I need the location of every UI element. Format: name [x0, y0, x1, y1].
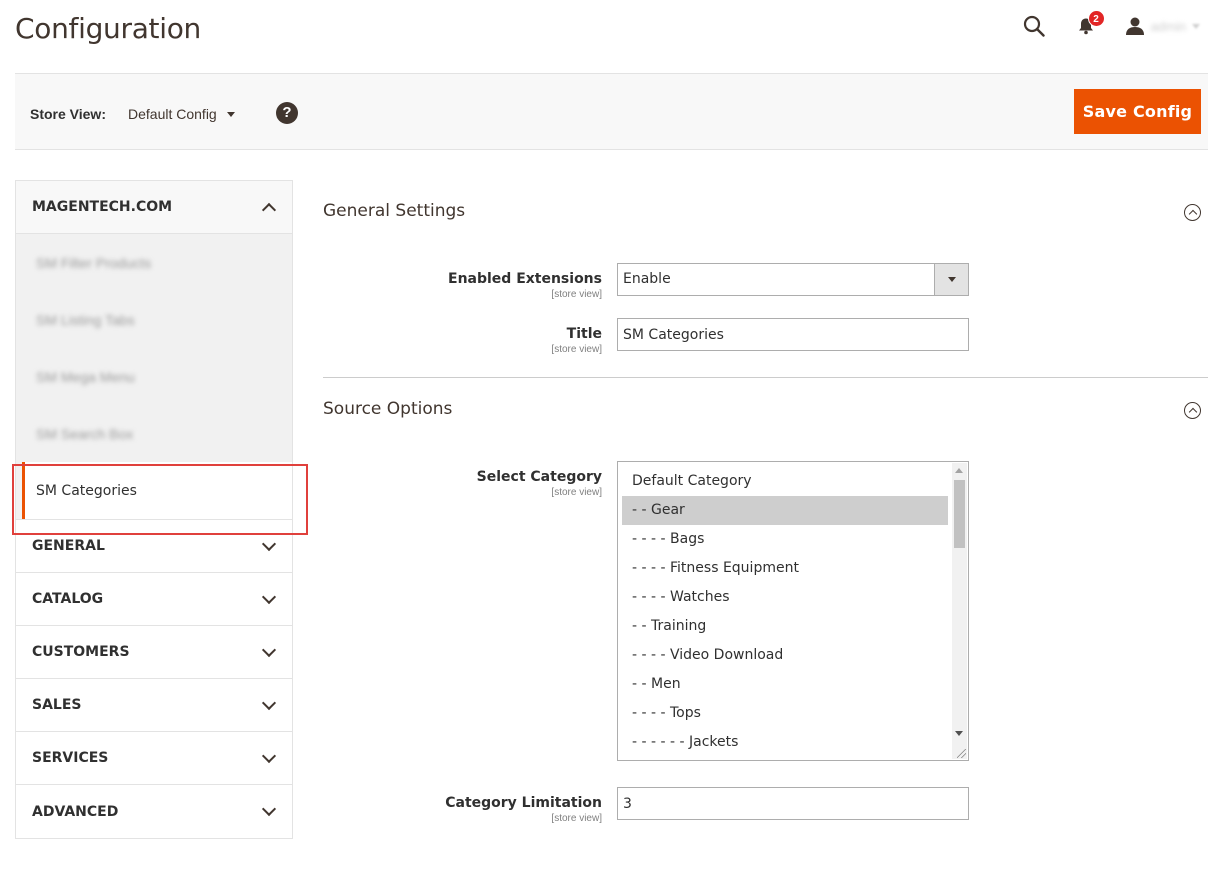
- sidebar-group-advanced[interactable]: ADVANCED: [16, 785, 292, 838]
- category-option[interactable]: - - - - Fitness Equipment: [622, 554, 948, 583]
- help-icon[interactable]: ?: [276, 102, 298, 124]
- multiselect-scrollbar[interactable]: [952, 463, 967, 759]
- collapse-circle-icon[interactable]: [1184, 204, 1201, 221]
- user-name: admin: [1150, 18, 1186, 34]
- user-caret-icon: [1192, 23, 1200, 29]
- title-scope: [store view]: [551, 344, 602, 355]
- sidebar-item-sm-categories[interactable]: SM Categories: [22, 462, 292, 519]
- chevron-up-icon: [261, 202, 277, 217]
- select-arrow: [934, 264, 968, 295]
- collapse-circle-icon[interactable]: [1184, 402, 1201, 419]
- search-button[interactable]: [1019, 12, 1049, 40]
- user-icon: [1125, 17, 1144, 35]
- category-limitation-input[interactable]: 3: [617, 787, 969, 820]
- enabled-extensions-label: Enabled Extensions: [448, 271, 602, 287]
- category-option-selected[interactable]: - - Gear: [622, 496, 948, 525]
- header-actions: 2 admin: [1019, 10, 1200, 40]
- sidebar-group-sales[interactable]: SALES: [16, 679, 292, 732]
- store-view-switcher[interactable]: Default Config: [128, 106, 235, 122]
- category-option[interactable]: - - - - Bags: [622, 525, 948, 554]
- chevron-down-icon: [261, 801, 277, 817]
- sidebar-item-sm-search-box[interactable]: SM Search Box: [16, 405, 292, 462]
- scroll-thumb[interactable]: [954, 480, 965, 548]
- category-limitation-scope: [store view]: [551, 813, 602, 824]
- notifications-button[interactable]: 2: [1071, 10, 1105, 40]
- caret-down-icon: [226, 111, 235, 117]
- scroll-down-arrow-icon[interactable]: [955, 731, 963, 736]
- category-option[interactable]: - - Men: [622, 670, 948, 699]
- store-view-toolbar: Store View: Default Config ? Save Config: [15, 73, 1208, 150]
- save-config-button[interactable]: Save Config: [1074, 89, 1201, 134]
- scroll-up-arrow-icon[interactable]: [955, 468, 963, 473]
- enabled-extensions-scope: [store view]: [551, 289, 602, 300]
- select-category-label: Select Category: [476, 469, 602, 485]
- section-source-options-title[interactable]: Source Options: [323, 399, 452, 419]
- chevron-down-icon: [261, 748, 277, 763]
- enabled-extensions-value: Enable: [623, 271, 671, 287]
- category-options-list: Default Category - - Gear - - - - Bags -…: [622, 467, 948, 757]
- sidebar-group-services[interactable]: SERVICES: [16, 732, 292, 785]
- sidebar-item-sm-listing-tabs[interactable]: SM Listing Tabs: [16, 291, 292, 348]
- sidebar-group-magentech[interactable]: MAGENTECH.COM: [16, 181, 292, 234]
- category-limitation-label: Category Limitation: [445, 795, 602, 811]
- category-option[interactable]: - - - - Video Download: [622, 641, 948, 670]
- sidebar-group-customers[interactable]: CUSTOMERS: [16, 626, 292, 679]
- chevron-down-icon: [261, 695, 277, 710]
- category-option[interactable]: Default Category: [622, 467, 948, 496]
- sidebar-item-sm-mega-menu[interactable]: SM Mega Menu: [16, 348, 292, 405]
- title-input[interactable]: SM Categories: [617, 318, 969, 351]
- title-label: Title: [566, 326, 602, 342]
- search-icon: [1023, 15, 1045, 37]
- resize-grip-icon[interactable]: [957, 749, 966, 758]
- category-option[interactable]: - - Training: [622, 612, 948, 641]
- sidebar-item-sm-filter-products[interactable]: SM Filter Products: [16, 234, 292, 291]
- chevron-down-icon: [261, 642, 277, 657]
- sidebar-group-general[interactable]: GENERAL: [16, 520, 292, 573]
- page-title: Configuration: [15, 12, 201, 45]
- store-view-label: Store View:: [30, 106, 106, 122]
- select-category-scope: [store view]: [551, 487, 602, 498]
- caret-down-icon: [947, 277, 956, 282]
- category-option[interactable]: - - - - Tops: [622, 699, 948, 728]
- store-view-value: Default Config: [128, 106, 217, 122]
- user-menu[interactable]: admin: [1125, 16, 1200, 36]
- enabled-extensions-select[interactable]: Enable: [617, 263, 969, 296]
- config-sidebar: MAGENTECH.COM SM Filter Products SM List…: [15, 180, 293, 839]
- category-option[interactable]: - - - - Watches: [622, 583, 948, 612]
- chevron-down-icon: [261, 536, 277, 551]
- sidebar-subitems: SM Filter Products SM Listing Tabs SM Me…: [16, 234, 292, 520]
- section-divider: [323, 377, 1208, 378]
- chevron-down-icon: [261, 589, 277, 604]
- sidebar-group-catalog[interactable]: CATALOG: [16, 573, 292, 626]
- notification-count-badge: 2: [1087, 10, 1105, 27]
- section-general-settings-title[interactable]: General Settings: [323, 201, 465, 221]
- sidebar-group-label: MAGENTECH.COM: [32, 199, 173, 215]
- select-category-multiselect[interactable]: Default Category - - Gear - - - - Bags -…: [617, 461, 969, 761]
- category-option[interactable]: - - - - - - Jackets: [622, 728, 948, 757]
